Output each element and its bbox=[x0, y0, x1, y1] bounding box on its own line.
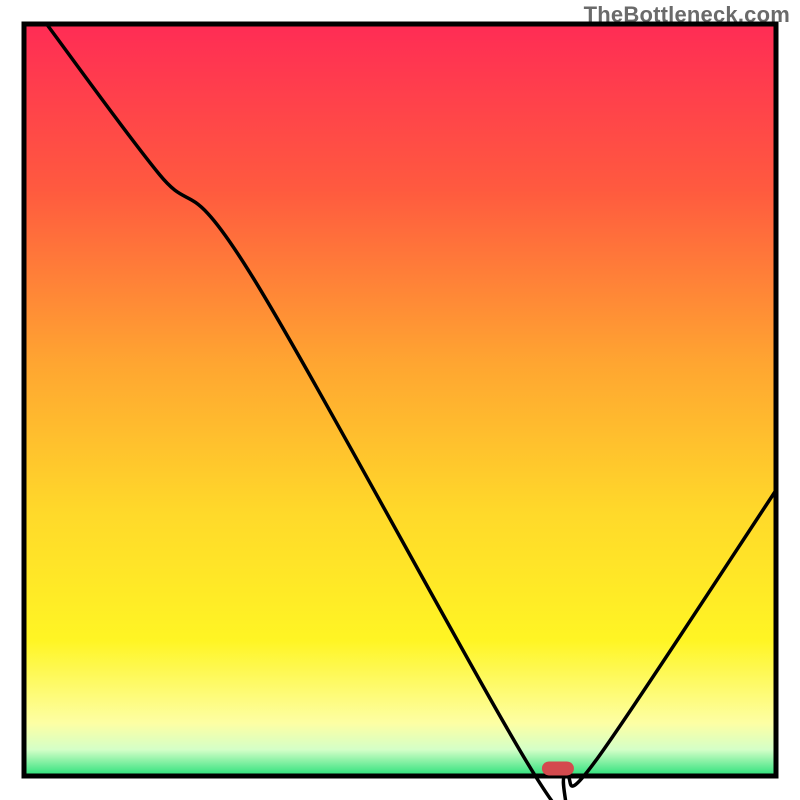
chart-container: TheBottleneck.com bbox=[0, 0, 800, 800]
min-marker bbox=[542, 761, 574, 775]
bottleneck-chart bbox=[0, 0, 800, 800]
